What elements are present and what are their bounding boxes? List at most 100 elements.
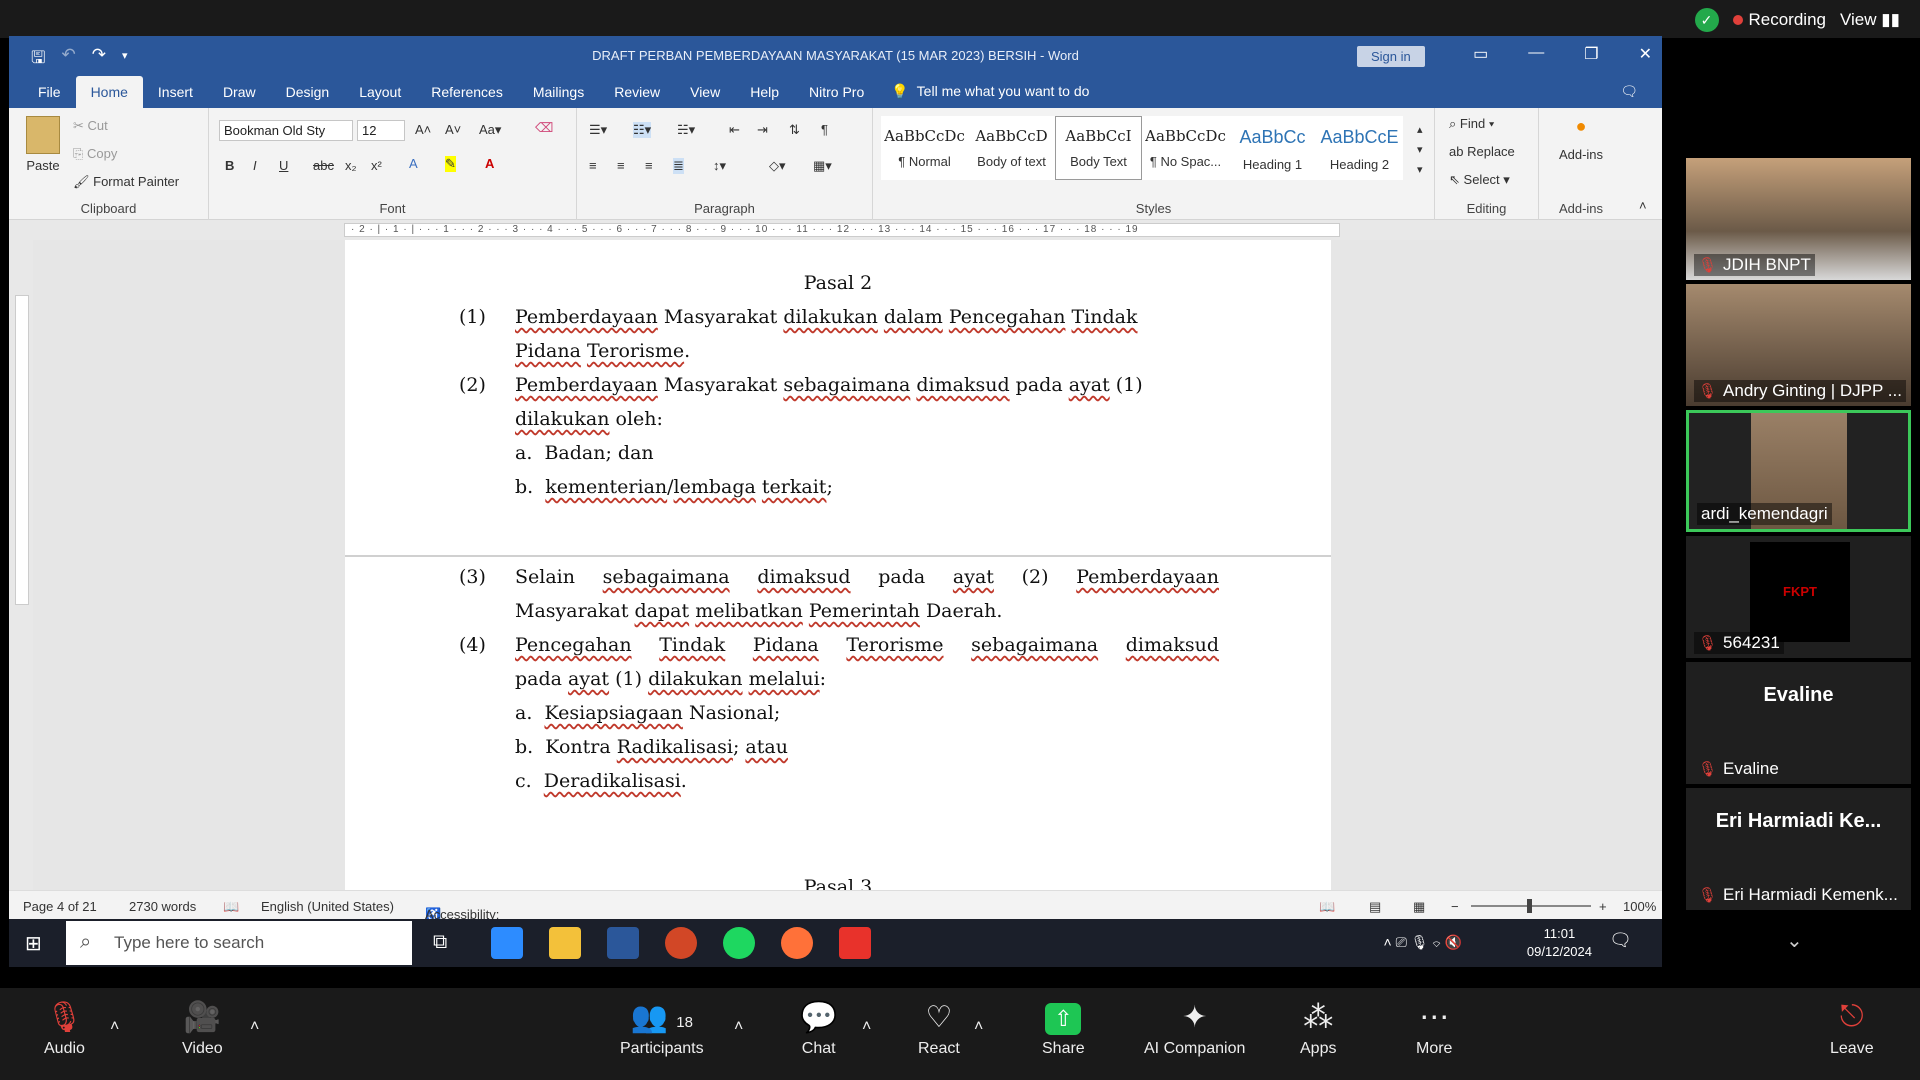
minimize-icon[interactable]: — [1528,44,1544,64]
replace-button[interactable]: ab Replace [1449,144,1515,159]
react-options-chevron-icon[interactable]: ˄ [974,1018,983,1036]
powerpoint-app-icon[interactable] [665,927,697,959]
shading-icon[interactable]: ◇▾ [769,158,786,174]
comments-icon[interactable]: 🗨 [1620,83,1638,108]
horizontal-ruler[interactable]: · 2 · | · 1 · | · · · 1 · · · 2 · · · 3 … [9,220,1662,240]
notification-icon[interactable]: 🗨 [1609,931,1632,949]
change-case-icon[interactable]: Aa▾ [479,122,501,138]
vertical-ruler[interactable] [9,240,33,919]
clear-formatting-icon[interactable]: ⌫ [535,120,553,136]
justify-icon[interactable]: ≣ [673,158,684,174]
sort-icon[interactable]: ⇅ [789,122,800,138]
security-shield-icon[interactable]: ✓ [1694,8,1719,32]
highlight-icon[interactable]: ✎ [445,156,456,172]
zoom-level[interactable]: 100% [1623,899,1656,914]
zoom-out-icon[interactable]: − [1451,899,1459,914]
file-explorer-icon[interactable] [549,927,581,959]
restore-icon[interactable]: ❐ [1584,44,1598,64]
audio-button[interactable]: 🎙 Audio [44,1000,85,1058]
firefox-app-icon[interactable] [781,927,813,959]
tab-draw[interactable]: Draw [208,84,271,108]
react-button[interactable]: ♡ React [918,1000,960,1058]
apps-button[interactable]: ⁂ Apps [1300,1000,1336,1058]
participant-tile[interactable]: Eri Harmiadi Ke... 🎙 Eri Harmiadi Kemenk.… [1686,788,1911,910]
zoom-in-icon[interactable]: + [1599,899,1607,914]
increase-indent-icon[interactable]: ⇥ [757,122,768,138]
tab-file[interactable]: File [23,84,76,108]
shrink-font-icon[interactable]: A˅ [445,122,461,137]
word-count[interactable]: 2730 words [129,899,196,914]
style-heading-1[interactable]: AaBbCc Heading 1 [1229,116,1316,180]
style-heading-2[interactable]: AaBbCcE Heading 2 [1316,116,1403,180]
participant-tile[interactable]: 🎙 JDIH BNPT [1686,158,1911,280]
page-count[interactable]: Page 4 of 21 [23,899,97,914]
tab-review[interactable]: Review [599,84,675,108]
proofing-icon[interactable]: 📖 [223,899,239,915]
nitro-pdf-app-icon[interactable] [839,927,871,959]
tab-insert[interactable]: Insert [143,84,208,108]
text-effects-icon[interactable]: A [409,156,418,171]
underline-icon[interactable]: U [279,158,288,173]
show-formatting-icon[interactable]: ¶ [821,122,828,137]
more-button[interactable]: ⋯ More [1416,1000,1452,1058]
bold-icon[interactable]: B [225,158,234,173]
language[interactable]: English (United States) [261,899,394,914]
tab-view[interactable]: View [675,84,735,108]
share-button[interactable]: ⇧ Share [1042,1000,1085,1058]
zoom-app-icon[interactable] [491,927,523,959]
document-page[interactable]: Pasal 2 (1) Pemberdayaan Masyarakat dila… [345,240,1331,890]
document-area[interactable]: Pasal 2 (1) Pemberdayaan Masyarakat dila… [33,240,1662,890]
grow-font-icon[interactable]: A˄ [415,122,431,137]
spotify-app-icon[interactable] [723,927,755,959]
web-layout-icon[interactable]: ▦ [1413,899,1425,915]
video-button[interactable]: 🎥 Video [182,1000,223,1058]
print-layout-icon[interactable]: ▤ [1369,899,1381,915]
style-normal[interactable]: AaBbCcDc ¶ Normal [881,116,968,180]
close-icon[interactable]: ✕ [1639,44,1652,64]
clock[interactable]: 11:01 09/12/2024 [1527,925,1592,961]
select-button[interactable]: ⇖ Select ▾ [1449,172,1510,188]
italic-icon[interactable]: I [253,158,257,173]
style-body-text[interactable]: AaBbCcI Body Text [1055,116,1142,180]
find-button[interactable]: ⌕ Find ▾ [1449,116,1494,132]
strikethrough-icon[interactable]: abc [313,158,334,173]
tab-nitro-pro[interactable]: Nitro Pro [794,84,879,108]
leave-button[interactable]: ⎋ Leave [1830,1000,1874,1058]
sign-in-button[interactable]: Sign in [1357,46,1425,67]
zoom-slider-thumb[interactable] [1527,899,1532,913]
decrease-indent-icon[interactable]: ⇤ [729,122,740,138]
task-view-icon[interactable]: ⧉ [433,931,447,954]
style-no-spacing[interactable]: AaBbCcDc ¶ No Spac... [1142,116,1229,180]
font-name-box[interactable]: Bookman Old Sty [219,120,353,141]
font-color-icon[interactable]: A [485,156,494,171]
participants-button[interactable]: 👥 18 Participants [620,1000,704,1058]
styles-scroll-icon[interactable]: ▴ ▾ ▾ [1417,120,1423,180]
participant-tile[interactable]: 🎙 Andry Ginting | DJPP ... [1686,284,1911,406]
windows-start-icon[interactable]: ⊞ [25,931,42,956]
participants-options-chevron-icon[interactable]: ˄ [734,1018,743,1036]
tab-layout[interactable]: Layout [344,84,416,108]
tab-mailings[interactable]: Mailings [518,84,599,108]
line-spacing-icon[interactable]: ↕▾ [713,158,726,174]
superscript-icon[interactable]: x² [371,158,382,173]
read-mode-icon[interactable]: 📖 [1319,899,1335,915]
addins-button[interactable]: ● Add-ins [1553,116,1609,162]
tab-home[interactable]: Home [75,76,143,108]
audio-options-chevron-icon[interactable]: ˄ [110,1018,119,1036]
align-right-icon[interactable]: ≡ [645,158,653,173]
multilevel-list-icon[interactable]: ☵▾ [677,122,695,138]
view-button[interactable]: View ▮▮ [1840,10,1900,30]
bullets-icon[interactable]: ☰▾ [589,122,607,138]
align-center-icon[interactable]: ≡ [617,158,625,173]
chat-button[interactable]: 💬 Chat [800,1000,837,1058]
word-app-icon[interactable] [607,927,639,959]
participant-tile[interactable]: Evaline 🎙 Evaline [1686,662,1911,784]
recording-indicator[interactable]: Recording [1732,10,1826,30]
ribbon-display-icon[interactable]: ▭ [1473,44,1488,64]
video-options-chevron-icon[interactable]: ˄ [250,1018,259,1036]
participant-tile[interactable]: FKPT 🎙 564231 [1686,536,1911,658]
scroll-down-chevron-icon[interactable]: ⌄ [1786,928,1803,953]
tab-help[interactable]: Help [735,84,794,108]
collapse-ribbon-icon[interactable]: ˄ [1639,198,1647,213]
cut-button[interactable]: ✂ Cut [73,118,108,134]
